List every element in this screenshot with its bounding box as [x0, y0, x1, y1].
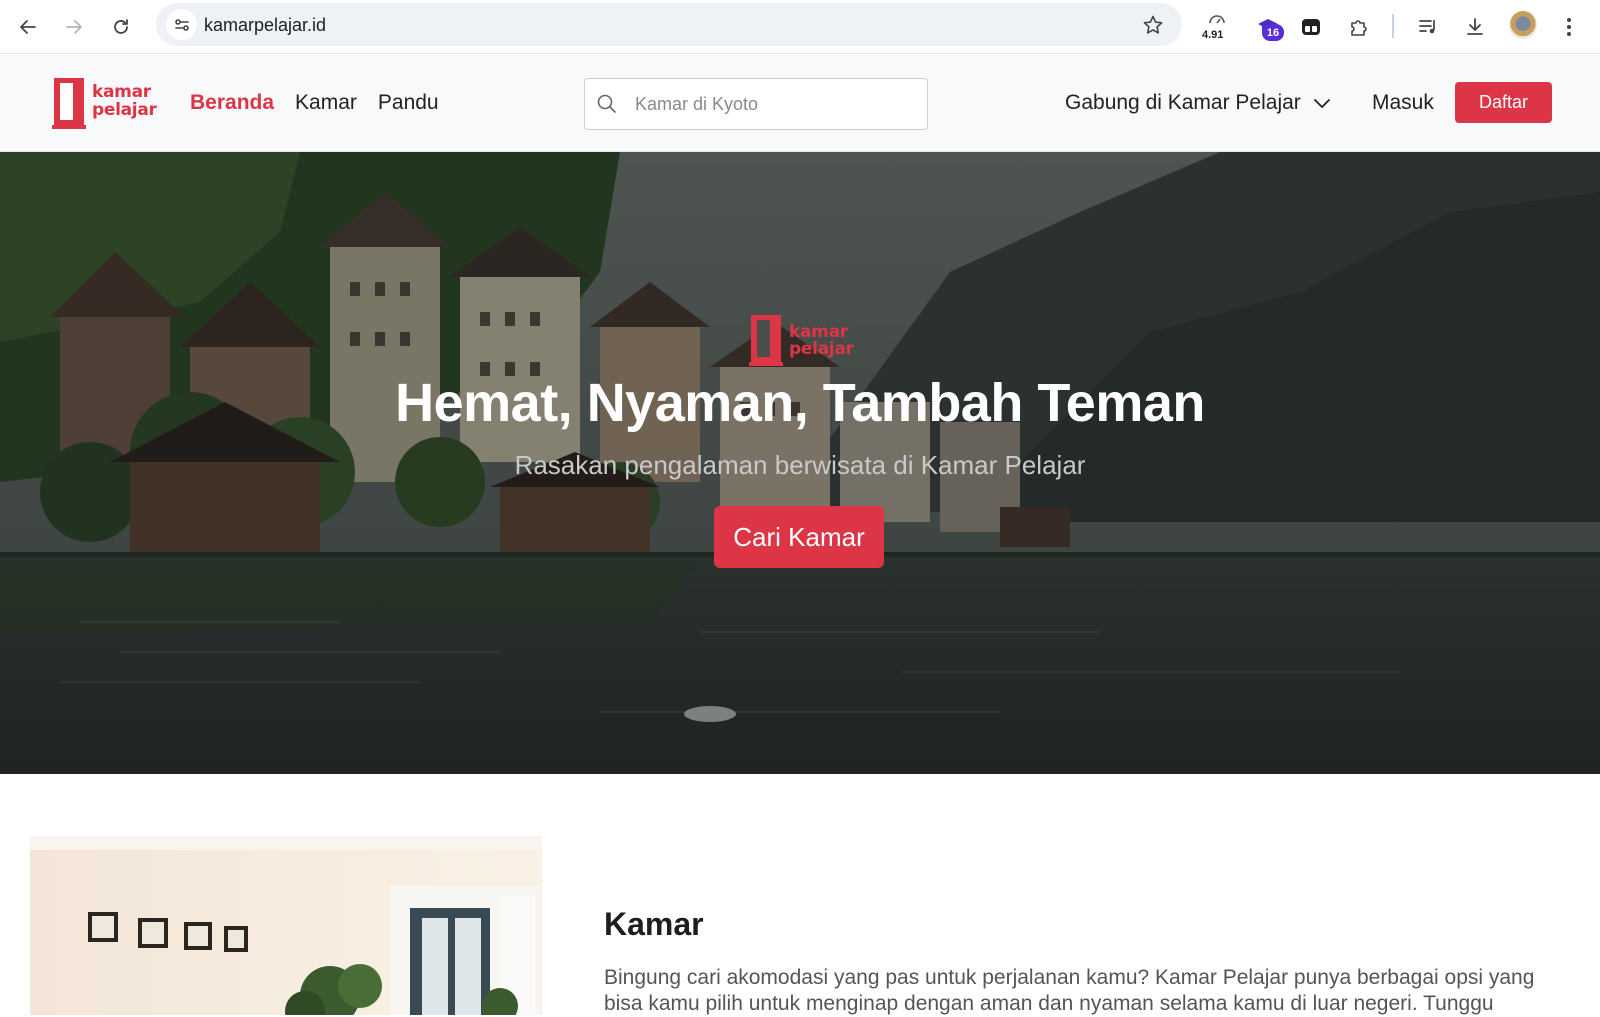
join-dropdown[interactable]: Gabung di Kamar Pelajar — [1065, 91, 1331, 115]
brand-logo[interactable]: kamar pelajar — [52, 75, 162, 133]
join-dropdown-label: Gabung di Kamar Pelajar — [1065, 91, 1301, 114]
media-queue-icon[interactable] — [1410, 9, 1446, 45]
toolbar-separator — [1392, 14, 1394, 38]
browser-toolbar: kamarpelajar.id 4.91 16 — [0, 0, 1600, 54]
site-info-icon[interactable] — [166, 9, 197, 40]
section-title: Kamar — [604, 906, 704, 942]
extension-tab-icon[interactable] — [1293, 9, 1329, 45]
download-icon[interactable] — [1457, 9, 1493, 45]
hero-title: Hemat, Nyaman, Tambah Teman — [395, 373, 1205, 433]
extension-rating-icon[interactable]: 4.91 — [1199, 9, 1235, 45]
search-input[interactable] — [635, 91, 915, 117]
reload-icon[interactable] — [104, 10, 138, 44]
more-menu-icon[interactable] — [1551, 9, 1587, 45]
forward-icon[interactable] — [57, 10, 91, 44]
search-icon — [597, 94, 616, 113]
hero-logo: kamar pelajar — [749, 312, 859, 370]
nav-beranda[interactable]: Beranda — [190, 91, 274, 115]
extension-badge: 16 — [1262, 24, 1284, 41]
main-nav: Beranda Kamar Pandu — [190, 91, 439, 115]
hero-logo-wordmark: kamar pelajar — [789, 322, 854, 359]
room-photo — [30, 836, 542, 1015]
back-icon[interactable] — [11, 10, 45, 44]
extension-rating-value: 4.91 — [1202, 29, 1224, 41]
profile-avatar[interactable] — [1509, 11, 1537, 39]
url-text[interactable]: kamarpelajar.id — [204, 15, 326, 36]
extensions-puzzle-icon[interactable] — [1341, 9, 1377, 45]
hero-subtitle: Rasakan pengalaman berwisata di Kamar Pe… — [514, 450, 1086, 480]
section-description: Bingung cari akomodasi yang pas untuk pe… — [604, 966, 1535, 1015]
door-logo-icon — [749, 315, 783, 366]
search-room-button[interactable]: Cari Kamar — [714, 506, 884, 568]
address-bar[interactable]: kamarpelajar.id — [156, 3, 1182, 46]
nav-kamar[interactable]: Kamar — [295, 91, 357, 115]
nav-pandu[interactable]: Pandu — [378, 91, 439, 115]
register-button[interactable]: Daftar — [1455, 82, 1552, 123]
door-logo-icon — [52, 78, 86, 129]
logo-wordmark: kamar pelajar — [92, 82, 157, 120]
search-field[interactable] — [584, 78, 928, 130]
login-link[interactable]: Masuk — [1372, 91, 1434, 115]
hero-banner: kamar pelajar Hemat, Nyaman, Tambah Tema… — [0, 152, 1600, 774]
chevron-down-icon — [1313, 99, 1330, 108]
bookmark-star-icon[interactable] — [1142, 14, 1164, 41]
site-navbar: kamar pelajar Beranda Kamar Pandu Gabung… — [0, 55, 1600, 152]
